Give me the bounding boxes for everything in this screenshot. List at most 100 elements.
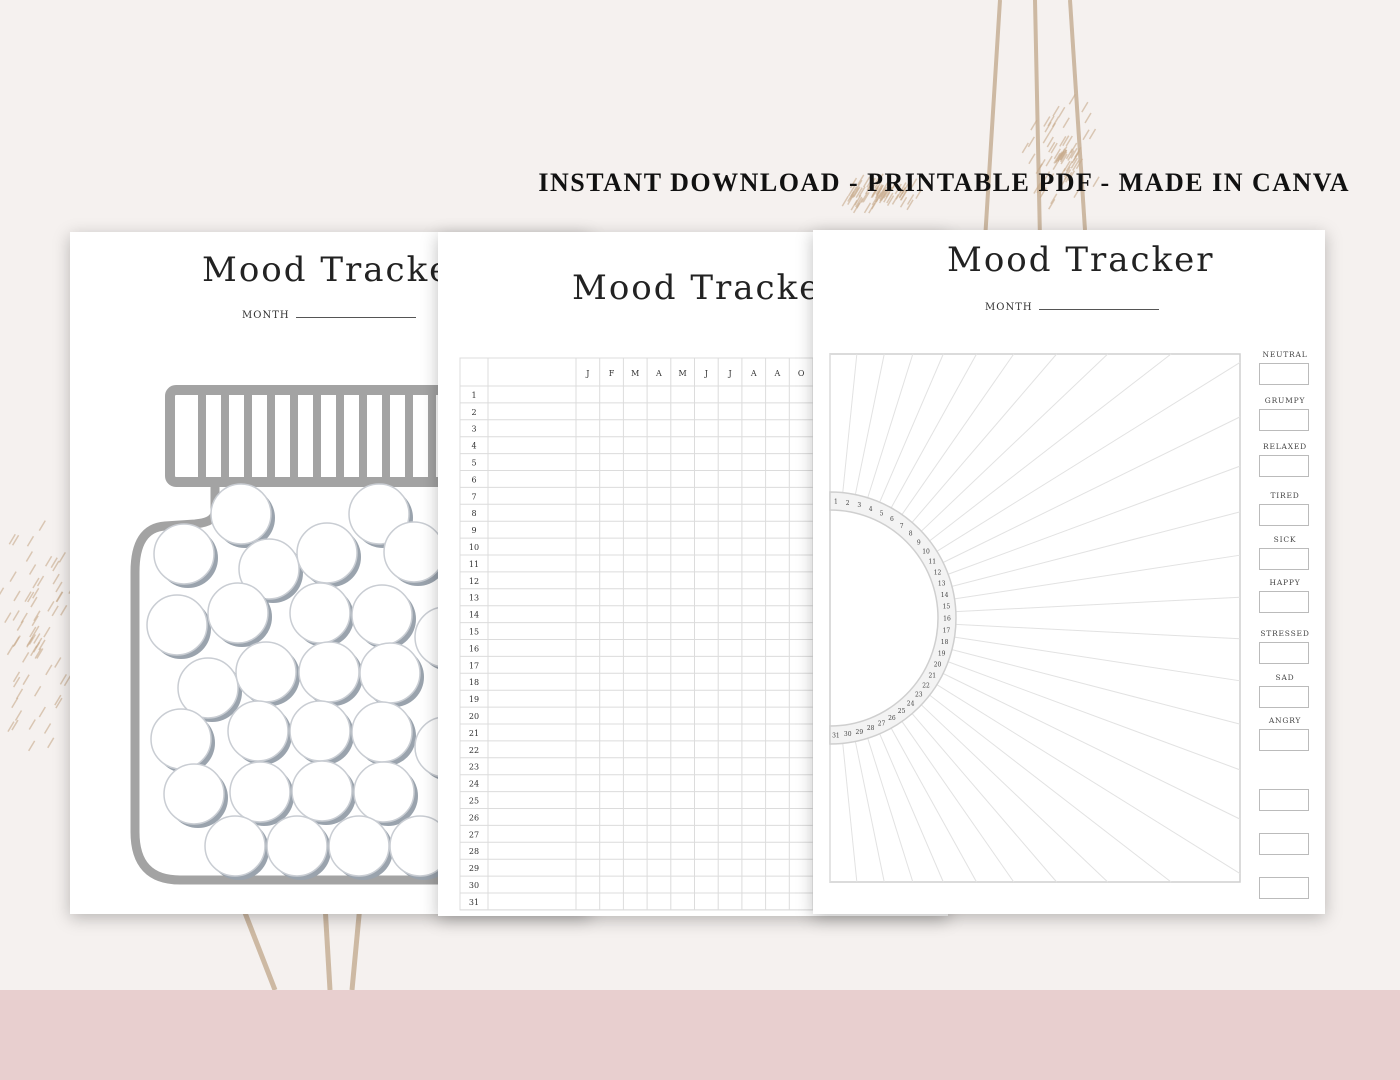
mood-color-box (1259, 877, 1309, 899)
grass-plume-strand (1046, 156, 1052, 166)
grass-plume-strand (1059, 107, 1065, 117)
grass-plume-strand (39, 707, 45, 717)
day-number: 15 (943, 604, 951, 611)
day-number: 18 (941, 639, 949, 646)
mood-color-box (1259, 729, 1309, 751)
grass-plume-strand (12, 698, 18, 708)
day-number: 9 (471, 526, 476, 535)
day-number: 2 (471, 408, 476, 417)
mood-ball (211, 484, 271, 544)
day-number: 12 (934, 569, 942, 576)
day-number: 21 (928, 672, 936, 679)
grass-plume-strand (57, 592, 63, 602)
day-number: 5 (880, 510, 884, 517)
day-number: 3 (471, 425, 476, 434)
grass-plume-strand (29, 719, 35, 729)
mood-ball (360, 643, 420, 703)
day-number: 31 (469, 898, 479, 907)
grass-plume-strand (0, 588, 4, 598)
day-number: 24 (907, 700, 915, 707)
month-header: M (679, 369, 687, 378)
grass-plume-strand (14, 636, 20, 646)
day-number: 7 (900, 523, 904, 530)
grass-plume-strand (5, 613, 11, 623)
pink-banner (0, 990, 1400, 1080)
day-number: 17 (469, 661, 479, 670)
mood-color-box (1259, 591, 1309, 613)
day-number: 28 (469, 847, 479, 856)
day-number: 13 (469, 594, 479, 603)
month-header: J (585, 369, 589, 378)
headline: INSTANT DOWNLOAD - PRINTABLE PDF - MADE … (470, 168, 1350, 198)
mood-label: RELAXED (1255, 442, 1315, 451)
mood-ball (290, 701, 350, 761)
grass-plume-strand (31, 597, 37, 607)
day-number: 16 (469, 644, 479, 653)
day-number: 29 (856, 729, 864, 736)
mood-color-box (1259, 548, 1309, 570)
month-header: A (774, 369, 781, 378)
mood-ball (154, 524, 214, 584)
mood-ball (228, 701, 288, 761)
day-number: 1 (834, 499, 838, 506)
mood-color-box (1259, 642, 1309, 664)
grass-plume-strand (33, 578, 39, 588)
month-header: A (655, 369, 662, 378)
dried-stem (985, 0, 1000, 240)
mood-ball (230, 762, 290, 822)
grass-plume-strand (45, 724, 51, 734)
day-number: 27 (878, 721, 886, 728)
day-number: 19 (938, 651, 946, 658)
grass-plume-strand (35, 686, 41, 696)
mood-color-box (1259, 686, 1309, 708)
mood-ball (236, 642, 296, 702)
day-number: 27 (469, 830, 479, 839)
grass-plume-strand (8, 722, 14, 732)
day-number: 30 (844, 731, 852, 738)
day-number: 15 (469, 628, 479, 637)
grass-plume-strand (52, 606, 58, 616)
mood-label: ANGRY (1255, 716, 1315, 725)
grass-plume-strand (1085, 113, 1091, 123)
day-number: 16 (943, 616, 951, 623)
grass-plume-strand (32, 616, 38, 626)
grass-plume-strand (30, 565, 36, 575)
dried-stem (325, 905, 330, 990)
mood-label: STRESSED (1255, 629, 1315, 638)
sunburst-frame (830, 354, 1240, 882)
day-number: 9 (917, 539, 921, 546)
mood-ball (267, 816, 327, 876)
mood-ball (297, 523, 357, 583)
mood-ball (290, 583, 350, 643)
day-number: 11 (928, 559, 936, 566)
grass-plume-strand (61, 605, 67, 615)
grass-plume-strand (1090, 129, 1096, 139)
dried-stem (352, 905, 360, 990)
month-header: A (750, 369, 757, 378)
mood-ball (151, 709, 211, 769)
mood-ball (292, 761, 352, 821)
grass-plume-strand (48, 738, 54, 748)
grass-plume-strand (16, 711, 22, 721)
day-number: 11 (469, 560, 479, 569)
dried-stem (1035, 0, 1040, 240)
day-number: 17 (943, 627, 951, 634)
mood-ball (147, 595, 207, 655)
mood-ball (299, 642, 359, 702)
mood-ball (208, 583, 268, 643)
mood-ball (352, 702, 412, 762)
day-number: 26 (469, 813, 479, 822)
day-number: 12 (469, 577, 479, 586)
day-number: 22 (469, 746, 479, 755)
grass-plume-strand (10, 572, 16, 582)
month-header: F (609, 369, 615, 378)
grass-plume-strand (53, 574, 59, 584)
day-number: 10 (469, 543, 479, 552)
month-header: J (727, 369, 731, 378)
day-number: 20 (934, 662, 942, 669)
mood-color-box (1259, 455, 1309, 477)
day-number: 2 (846, 500, 850, 507)
grass-plume-strand (1069, 94, 1075, 104)
mood-ball (164, 764, 224, 824)
grass-plume-strand (38, 576, 44, 586)
